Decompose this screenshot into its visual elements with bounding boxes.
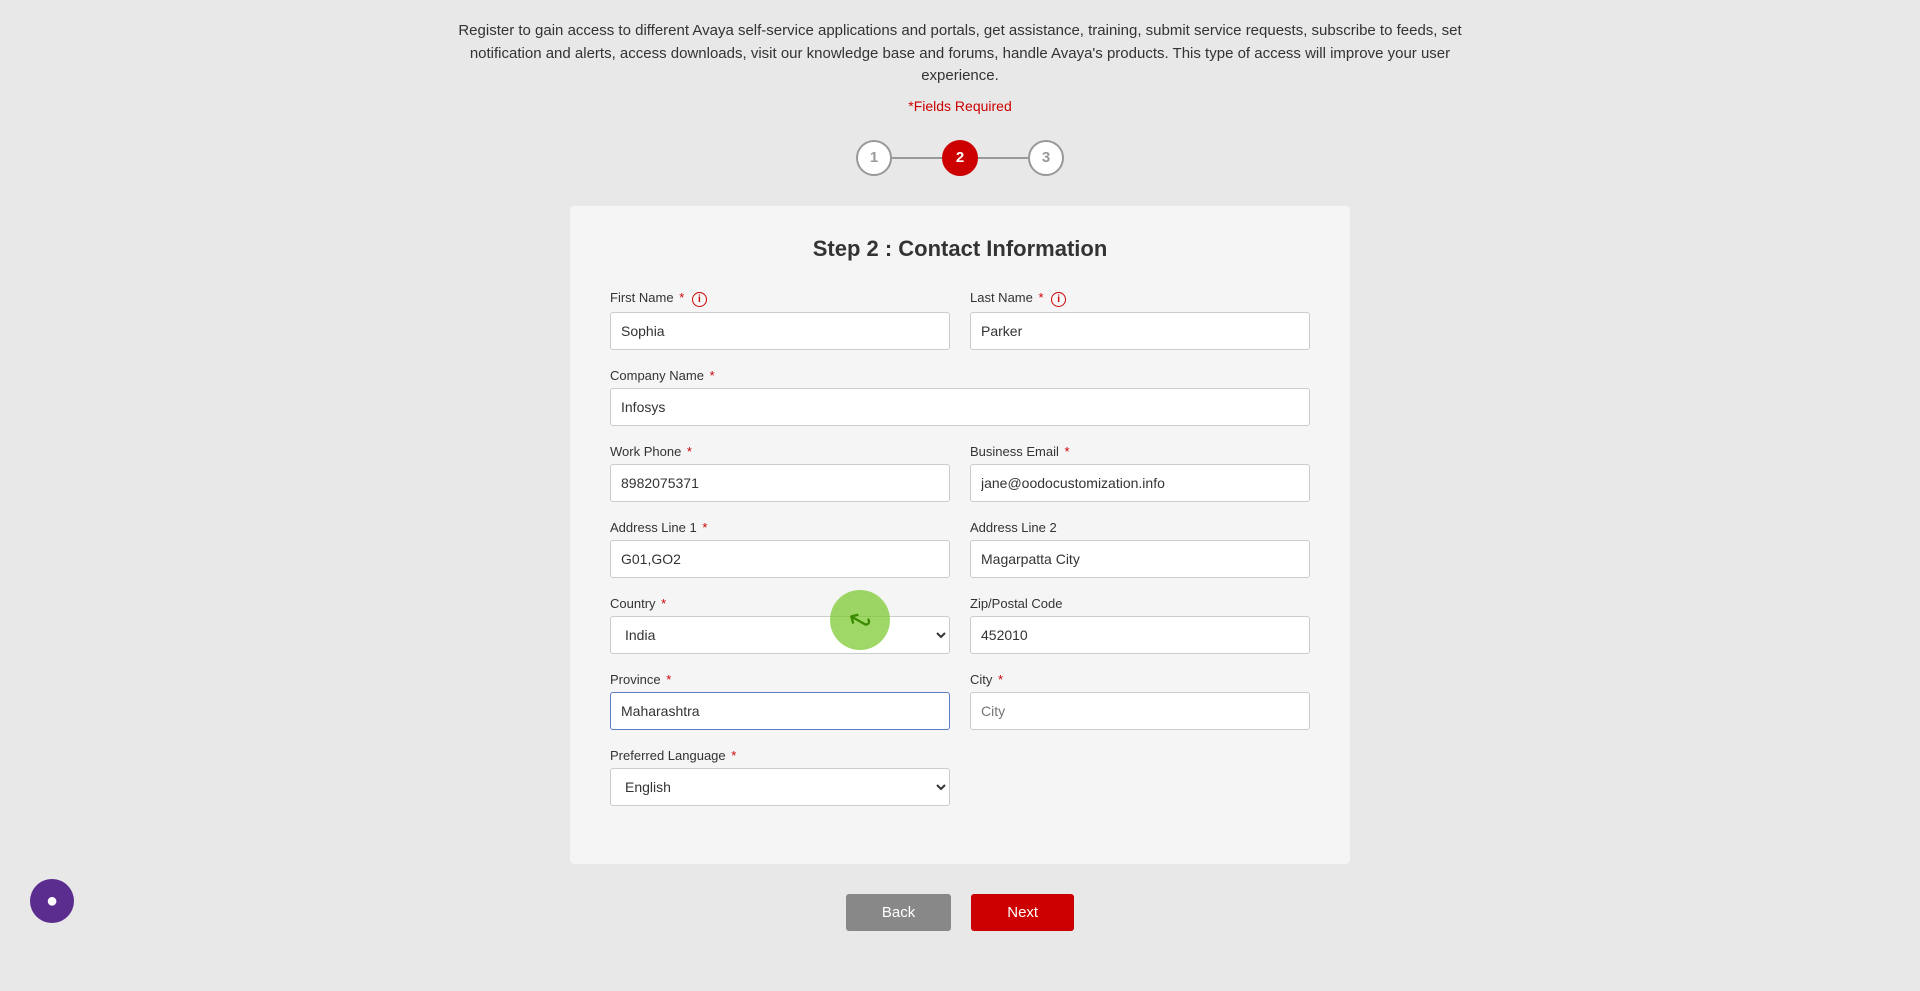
country-group: Country * India United States United Kin… xyxy=(610,596,950,654)
language-select[interactable]: English French Spanish German Japanese xyxy=(610,768,950,806)
last-name-input[interactable] xyxy=(970,312,1310,350)
chat-icon: ● xyxy=(46,890,58,913)
stepper: 1 2 3 xyxy=(856,140,1064,176)
spacer xyxy=(970,748,1310,806)
row-phone-email: Work Phone * Business Email * xyxy=(610,444,1310,502)
province-input[interactable] xyxy=(610,692,950,730)
first-name-label: First Name * i xyxy=(610,290,950,307)
address-line1-label: Address Line 1 * xyxy=(610,520,950,535)
row-company: Company Name * xyxy=(610,368,1310,426)
business-email-group: Business Email * xyxy=(970,444,1310,502)
address-line1-input[interactable] xyxy=(610,540,950,578)
row-province-city: Province * City * xyxy=(610,672,1310,730)
step-3[interactable]: 3 xyxy=(1028,140,1064,176)
step-line-1 xyxy=(892,157,942,159)
row-country-zip: Country * India United States United Kin… xyxy=(610,596,1310,654)
country-required: * xyxy=(661,596,666,611)
last-name-info-icon[interactable]: i xyxy=(1051,292,1066,307)
required-note: *Fields Required xyxy=(908,98,1012,114)
business-email-input[interactable] xyxy=(970,464,1310,502)
work-phone-group: Work Phone * xyxy=(610,444,950,502)
language-group: Preferred Language * English French Span… xyxy=(610,748,950,806)
city-input[interactable] xyxy=(970,692,1310,730)
city-required: * xyxy=(998,672,1003,687)
company-group: Company Name * xyxy=(610,368,1310,426)
form-title: Step 2 : Contact Information xyxy=(610,236,1310,262)
country-label: Country * xyxy=(610,596,950,611)
province-group: Province * xyxy=(610,672,950,730)
chat-widget[interactable]: ● xyxy=(30,879,74,923)
description-text: Register to gain access to different Ava… xyxy=(458,22,1461,84)
work-phone-label: Work Phone * xyxy=(610,444,950,459)
form-container: Step 2 : Contact Information First Name … xyxy=(570,206,1350,864)
row-name: First Name * i Last Name * i xyxy=(610,290,1310,350)
first-name-group: First Name * i xyxy=(610,290,950,350)
company-label: Company Name * xyxy=(610,368,1310,383)
address-line2-input[interactable] xyxy=(970,540,1310,578)
language-required: * xyxy=(731,748,736,763)
last-name-required: * xyxy=(1039,290,1044,305)
address-line1-group: Address Line 1 * xyxy=(610,520,950,578)
province-label: Province * xyxy=(610,672,950,687)
top-description: Register to gain access to different Ava… xyxy=(410,0,1510,98)
first-name-required: * xyxy=(679,290,684,305)
zip-group: Zip/Postal Code xyxy=(970,596,1310,654)
step-line-2 xyxy=(978,157,1028,159)
last-name-label: Last Name * i xyxy=(970,290,1310,307)
company-input[interactable] xyxy=(610,388,1310,426)
first-name-input[interactable] xyxy=(610,312,950,350)
step-2[interactable]: 2 xyxy=(942,140,978,176)
address-line2-group: Address Line 2 xyxy=(970,520,1310,578)
back-button[interactable]: Back xyxy=(846,894,951,931)
address1-required: * xyxy=(702,520,707,535)
company-required: * xyxy=(710,368,715,383)
work-phone-input[interactable] xyxy=(610,464,950,502)
province-required: * xyxy=(666,672,671,687)
first-name-info-icon[interactable]: i xyxy=(692,292,707,307)
next-button[interactable]: Next xyxy=(971,894,1074,931)
required-note-text: *Fields Required xyxy=(908,98,1012,114)
zip-input[interactable] xyxy=(970,616,1310,654)
city-group: City * xyxy=(970,672,1310,730)
row-language: Preferred Language * English French Span… xyxy=(610,748,1310,806)
step-1[interactable]: 1 xyxy=(856,140,892,176)
business-email-label: Business Email * xyxy=(970,444,1310,459)
business-email-required: * xyxy=(1065,444,1070,459)
country-select[interactable]: India United States United Kingdom Austr… xyxy=(610,616,950,654)
work-phone-required: * xyxy=(687,444,692,459)
row-address: Address Line 1 * Address Line 2 xyxy=(610,520,1310,578)
address-line2-label: Address Line 2 xyxy=(970,520,1310,535)
page-wrapper: Register to gain access to different Ava… xyxy=(0,0,1920,991)
language-label: Preferred Language * xyxy=(610,748,950,763)
city-label: City * xyxy=(970,672,1310,687)
button-row: Back Next xyxy=(846,894,1074,931)
zip-label: Zip/Postal Code xyxy=(970,596,1310,611)
last-name-group: Last Name * i xyxy=(970,290,1310,350)
